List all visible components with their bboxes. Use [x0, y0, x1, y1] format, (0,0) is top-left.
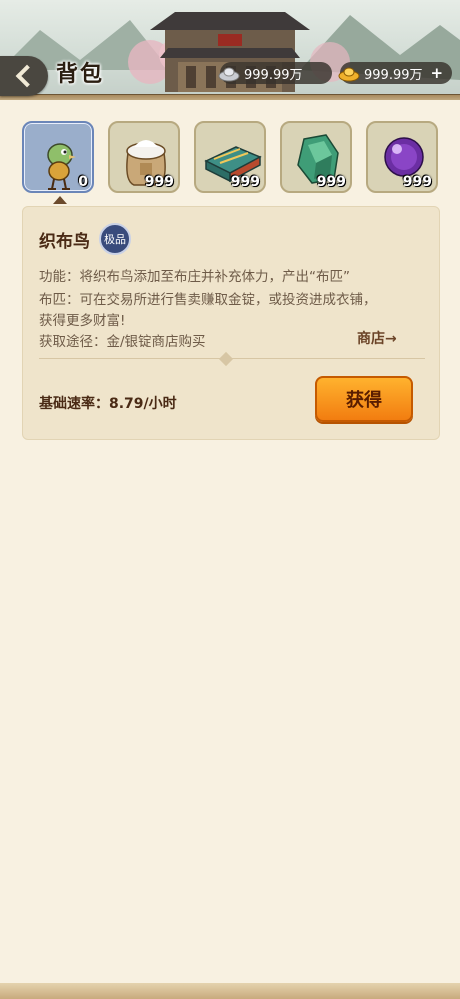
banner-edge [0, 94, 460, 100]
item-slot-cloth-sack[interactable]: 999 [108, 121, 180, 193]
item-qty: 999 [316, 174, 346, 190]
selection-pointer [53, 196, 67, 204]
item-slot-weaver-bird[interactable]: 0 [22, 121, 94, 193]
silver-ingot-icon [218, 67, 240, 82]
item-qty: 999 [144, 174, 174, 190]
grade-badge: 极品 [99, 223, 131, 255]
item-function-text: 功能：将织布鸟添加至布庄并补充体力，产出“布匹” [39, 269, 350, 285]
item-slot-purple-orb[interactable]: 999 [366, 121, 438, 193]
gold-ingot-icon [338, 67, 360, 82]
item-slot-jade-stone[interactable]: 999 [280, 121, 352, 193]
item-detail-panel: 织布鸟 极品 功能：将织布鸟添加至布庄并补充体力，产出“布匹” 布匹：可在交易所… [22, 206, 440, 440]
bottom-border [0, 983, 460, 999]
item-fabric-text-cont: 获得更多财富! [39, 313, 126, 329]
base-rate-text: 基础速率：8.79/小时 [39, 396, 177, 412]
item-qty: 0 [78, 174, 88, 190]
item-name: 织布鸟 [39, 232, 90, 252]
obtain-button[interactable]: 获得 [315, 376, 413, 422]
item-source-text: 获取途径：金/银锭商店购买 [39, 334, 206, 350]
add-gold-button[interactable]: + [431, 64, 444, 82]
gold-currency: 999.99万 + [338, 62, 452, 84]
divider-ornament [218, 351, 234, 367]
item-qty: 999 [402, 174, 432, 190]
shop-link[interactable]: 商店→ [357, 328, 397, 348]
back-button[interactable] [0, 56, 48, 96]
item-qty: 999 [230, 174, 260, 190]
gold-amount: 999.99万 [364, 67, 423, 83]
page-title: 背包 [56, 61, 105, 87]
silver-amount: 999.99万 [244, 67, 303, 83]
item-slot-fabric-bolt[interactable]: 999 [194, 121, 266, 193]
chevron-left-icon [15, 64, 39, 88]
silver-currency: 999.99万 [218, 62, 332, 84]
item-fabric-text: 布匹：可在交易所进行售卖赚取金锭，或投资进成衣铺， [39, 292, 377, 308]
